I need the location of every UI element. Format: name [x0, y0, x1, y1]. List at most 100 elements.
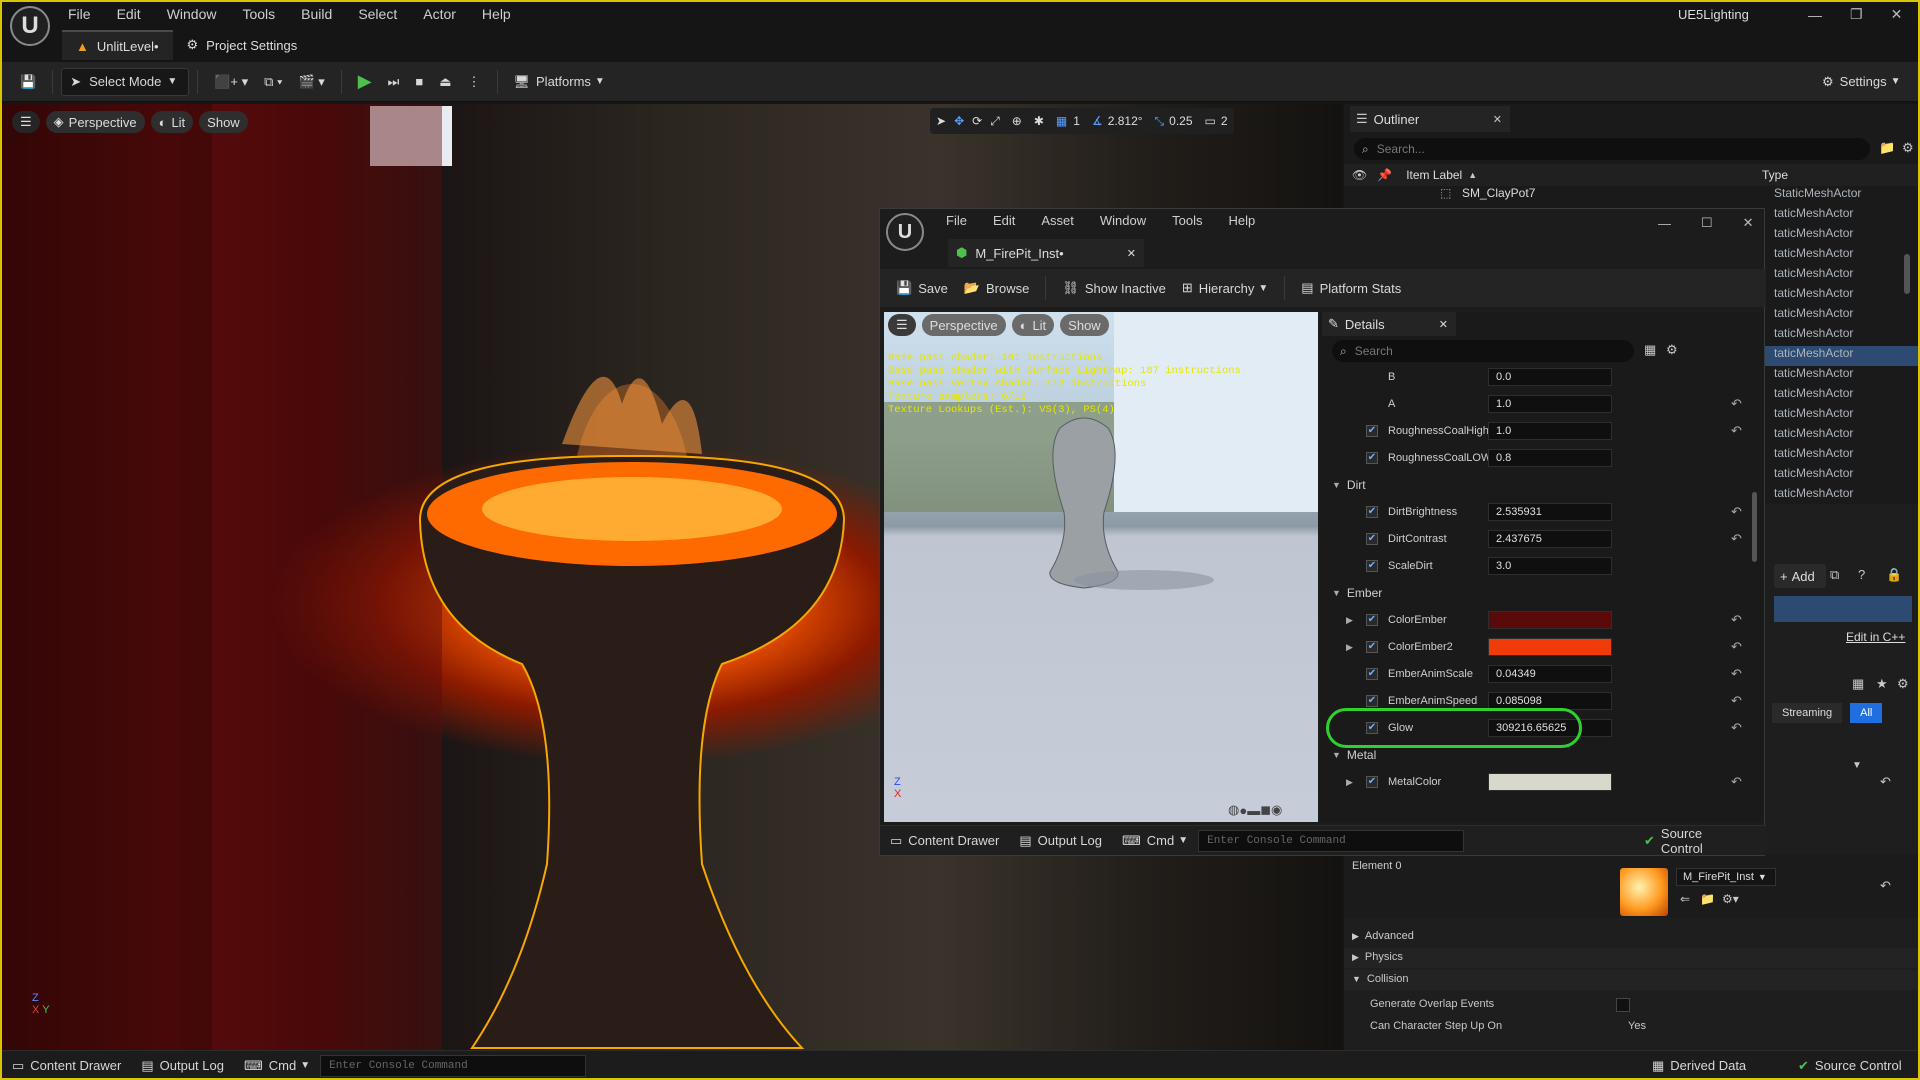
gear-icon[interactable]: ⚙: [1897, 676, 1909, 692]
perspective-button[interactable]: Perspective: [921, 314, 1006, 336]
save-all-button[interactable]: 💾: [12, 68, 44, 96]
menu-window[interactable]: Window: [1100, 213, 1146, 228]
menu-tools[interactable]: Tools: [242, 6, 275, 22]
content-drawer-button[interactable]: ▭ Content Drawer: [890, 833, 999, 849]
override-checkbox[interactable]: ✔: [1366, 533, 1378, 545]
close-icon[interactable]: ✕: [1743, 215, 1754, 231]
cinematics-button[interactable]: 🎬 ▾: [290, 68, 332, 96]
play-button[interactable]: ▶: [350, 68, 380, 96]
color-swatch[interactable]: [1488, 773, 1612, 791]
details-tab[interactable]: ✎ Details ✕: [1322, 312, 1456, 336]
derived-data-button[interactable]: ▦ Derived Data: [1652, 1058, 1746, 1074]
outliner-tab[interactable]: ☰ Outliner ✕: [1350, 106, 1510, 132]
chevron-right-icon[interactable]: ▶: [1346, 642, 1353, 653]
details-search-input[interactable]: ⌕ Search: [1332, 340, 1634, 362]
chevron-right-icon[interactable]: ▶: [1346, 777, 1353, 788]
visibility-icon[interactable]: 👁: [1352, 168, 1367, 182]
property-value-field[interactable]: 0.8: [1488, 449, 1612, 467]
close-icon[interactable]: ✕: [1439, 318, 1448, 331]
output-log-button[interactable]: ▤ Output Log: [141, 1058, 224, 1074]
help-icon[interactable]: ?: [1858, 567, 1865, 582]
cmd-dropdown[interactable]: ⌨ Cmd ▼: [1122, 833, 1188, 849]
column-type[interactable]: Type: [1762, 168, 1788, 182]
cylinder-preview-icon[interactable]: ◍: [1228, 802, 1239, 818]
lit-button[interactable]: ◐ Lit: [150, 111, 194, 133]
rotate-tool-icon[interactable]: ⟳: [972, 114, 982, 128]
property-value-field[interactable]: 2.535931: [1488, 503, 1612, 521]
reset-icon[interactable]: ↶: [1731, 774, 1742, 790]
material-tab[interactable]: ⬢ M_FirePit_Inst• ✕: [948, 239, 1144, 267]
platform-stats-button[interactable]: ▤ Platform Stats: [1293, 274, 1409, 302]
edit-in-cpp-link[interactable]: Edit in C++: [1846, 630, 1905, 644]
step-up-dropdown[interactable]: Yes: [1628, 1020, 1646, 1032]
reset-icon[interactable]: ↶: [1731, 639, 1742, 655]
material-dropdown[interactable]: M_FirePit_Inst ▼: [1676, 868, 1776, 886]
close-icon[interactable]: ✕: [1493, 113, 1502, 126]
details-scrollbar[interactable]: [1752, 492, 1757, 562]
scale-tool-icon[interactable]: ⤢: [990, 114, 1000, 129]
menu-edit[interactable]: Edit: [993, 213, 1015, 228]
selected-component-row[interactable]: [1774, 596, 1912, 622]
table-view-icon[interactable]: ▦: [1644, 342, 1656, 358]
sphere-preview-icon[interactable]: ●: [1239, 803, 1247, 818]
minimize-icon[interactable]: —: [1808, 7, 1822, 23]
category-ember[interactable]: ▼ Ember: [1320, 582, 1750, 604]
grid-snap-icon[interactable]: ▦: [1056, 114, 1067, 128]
hierarchy-dropdown[interactable]: ⊞ Hierarchy ▼: [1174, 274, 1276, 302]
options-icon[interactable]: ⚙▾: [1722, 892, 1739, 906]
eject-button[interactable]: ⏏: [431, 68, 459, 96]
outliner-search-input[interactable]: ⌕ Search...: [1354, 138, 1870, 160]
camera-speed-icon[interactable]: ▭: [1205, 114, 1216, 128]
rotation-snap-icon[interactable]: ∡: [1092, 114, 1103, 128]
menu-edit[interactable]: Edit: [117, 6, 141, 22]
property-value-field[interactable]: 0.04349: [1488, 665, 1612, 683]
close-icon[interactable]: ✕: [1127, 247, 1136, 260]
menu-build[interactable]: Build: [301, 6, 332, 22]
console-input[interactable]: Enter Console Command: [320, 1054, 587, 1077]
blueprint-button[interactable]: ⧉ ▾: [256, 68, 290, 96]
browse-folder-icon[interactable]: 📁: [1700, 892, 1715, 906]
material-preview-viewport[interactable]: ☰ Perspective ◐ Lit Show Base pass shader…: [884, 312, 1318, 822]
reset-icon[interactable]: ↶: [1731, 693, 1742, 709]
step-button[interactable]: ⏭: [380, 68, 408, 96]
override-checkbox[interactable]: ✔: [1366, 614, 1378, 626]
camera-speed-value[interactable]: 2: [1221, 114, 1228, 128]
output-log-button[interactable]: ▤ Output Log: [1019, 833, 1102, 849]
override-checkbox[interactable]: ✔: [1366, 695, 1378, 707]
menu-help[interactable]: Help: [482, 6, 511, 22]
minimize-icon[interactable]: —: [1658, 216, 1671, 231]
menu-help[interactable]: Help: [1228, 213, 1255, 228]
show-button[interactable]: Show: [1060, 314, 1109, 336]
collision-section[interactable]: ▼ Collision: [1344, 970, 1918, 990]
property-value-field[interactable]: 3.0: [1488, 557, 1612, 575]
content-drawer-button[interactable]: ▭ Content Drawer: [12, 1058, 121, 1074]
reset-icon[interactable]: ↶: [1731, 531, 1742, 547]
table-view-icon[interactable]: ▦: [1852, 676, 1864, 692]
platforms-dropdown[interactable]: 🖥 Platforms ▼: [506, 68, 613, 96]
list-item[interactable]: ⬚ SM_ClayPot7 StaticMeshActor: [1344, 186, 1918, 206]
viewport-options-button[interactable]: ☰: [888, 314, 916, 336]
stop-button[interactable]: ■: [407, 68, 431, 96]
maximize-icon[interactable]: ☐: [1701, 215, 1713, 231]
add-component-button[interactable]: + Add: [1774, 564, 1826, 588]
outliner-scrollbar[interactable]: [1904, 254, 1910, 294]
color-swatch[interactable]: [1488, 638, 1612, 656]
menu-select[interactable]: Select: [358, 6, 397, 22]
reset-icon[interactable]: ↶: [1731, 504, 1742, 520]
reset-icon[interactable]: ↶: [1880, 878, 1891, 894]
chevron-right-icon[interactable]: ▶: [1346, 615, 1353, 626]
reset-icon[interactable]: ↶: [1880, 774, 1891, 790]
category-dirt[interactable]: ▼ Dirt: [1320, 474, 1750, 496]
source-control-button[interactable]: ✔ Source Control: [1644, 826, 1746, 856]
menu-file[interactable]: File: [68, 6, 91, 22]
rotation-snap-value[interactable]: 2.812°: [1108, 114, 1143, 128]
column-item-label[interactable]: Item Label: [1406, 168, 1462, 182]
mesh-preview-icon[interactable]: ◉: [1271, 802, 1282, 818]
streaming-filter[interactable]: Streaming: [1772, 703, 1843, 723]
restore-icon[interactable]: ❐: [1850, 6, 1863, 23]
menu-tools[interactable]: Tools: [1172, 213, 1202, 228]
show-button[interactable]: Show: [199, 111, 248, 133]
gear-icon[interactable]: ⚙: [1902, 140, 1914, 156]
override-checkbox[interactable]: ✔: [1366, 452, 1378, 464]
browse-button[interactable]: 📂 Browse: [956, 274, 1038, 302]
